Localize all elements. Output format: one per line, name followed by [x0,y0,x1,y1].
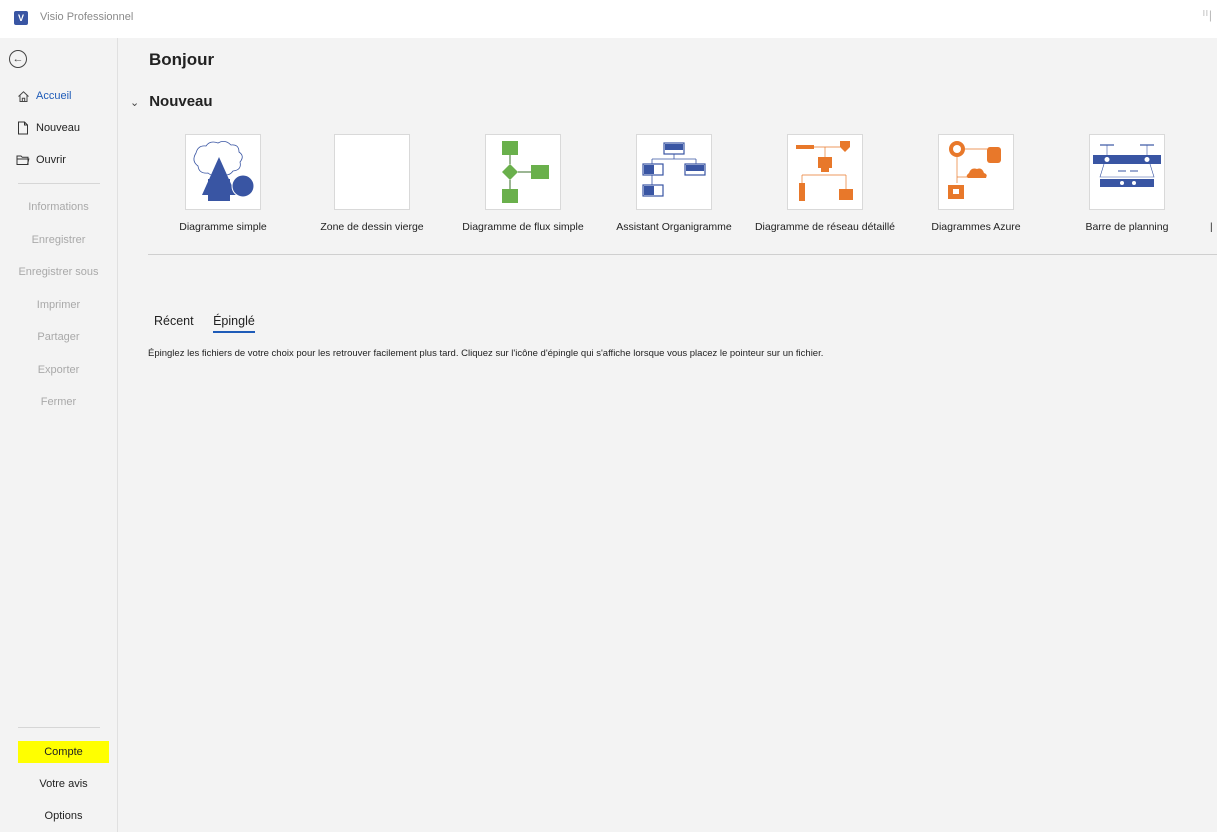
template-label: Diagramme de flux simple [462,221,584,233]
template-zone-de-dessin-vierge[interactable]: Zone de dessin vierge [297,134,447,233]
template-label: Assistant Organigramme [616,221,732,233]
tab-recent[interactable]: Récent [154,314,194,331]
chevron-down-icon: ⌄ [130,97,140,109]
title-bar: V Visio Professionnel ᴵᴵ| [0,0,1217,38]
main-content: Bonjour ⌄ Nouveau Diagramme simple Zone d… [118,38,1217,832]
template-label: Diagrammes Azure [931,221,1021,233]
network-diagram-thumbnail [787,134,863,210]
template-diagramme-simple[interactable]: Diagramme simple [148,134,298,233]
sidebar-item-fermer: Fermer [40,396,77,408]
app-title: Visio Professionnel [40,11,134,23]
timeline-thumbnail [1089,134,1165,210]
template-diagrammes-azure[interactable]: Diagrammes Azure [901,134,1051,233]
template-diagramme-de-reseau-detaille[interactable]: Diagramme de réseau détaillé [750,134,900,233]
new-file-icon [16,121,30,135]
sidebar-item-informations: Informations [28,201,89,213]
basic-diagram-thumbnail [185,134,261,210]
sidebar-divider [18,183,100,184]
template-label: Barre de planning [1085,221,1169,233]
sidebar-item-enregistrer-sous: Enregistrer sous [18,266,99,278]
file-tabs: Récent Épinglé [154,314,271,333]
template-label: Zone de dessin vierge [320,221,424,233]
sidebar-item-partager: Partager [37,331,80,343]
template-barre-de-planning[interactable]: Barre de planning [1052,134,1202,233]
sidebar-item-imprimer: Imprimer [36,299,81,311]
sidebar-item-label: Ouvrir [36,154,66,166]
home-icon [16,89,30,103]
visio-logo-icon: V [14,11,28,25]
sidebar-item-label: Accueil [36,90,72,102]
sidebar-item-compte[interactable]: Compte [18,741,109,763]
section-divider [148,254,1217,255]
template-assistant-organigramme[interactable]: Assistant Organigramme [599,134,749,233]
sidebar-item-enregistrer: Enregistrer [31,234,86,246]
sidebar-item-votre-avis[interactable]: Votre avis [18,773,109,795]
template-diagramme-de-flux-simple[interactable]: Diagramme de flux simple [448,134,598,233]
template-cutoff: | [1210,222,1213,233]
pinned-empty-message: Épinglez les fichiers de votre choix pou… [148,348,824,359]
template-label: Diagramme de réseau détaillé [754,221,896,233]
flowchart-thumbnail [485,134,561,210]
sidebar-item-nouveau[interactable]: Nouveau [0,114,117,142]
azure-diagram-thumbnail [938,134,1014,210]
sidebar-item-accueil[interactable]: Accueil [0,82,117,110]
tab-pinned[interactable]: Épinglé [213,314,255,333]
template-label: Diagramme simple [179,221,267,233]
org-chart-thumbnail [636,134,712,210]
page-title: Bonjour [149,50,215,69]
blank-drawing-thumbnail [334,134,410,210]
window-corner-icon: ᴵᴵ| [1202,8,1213,22]
sidebar-item-exporter: Exporter [37,364,80,376]
folder-icon [16,153,30,167]
sidebar-item-label: Nouveau [36,122,81,134]
section-new-header[interactable]: ⌄ Nouveau [130,93,213,110]
backstage-sidebar: ← Accueil Nouveau Ouvrir Informations En… [0,38,118,832]
sidebar-divider [18,727,100,728]
sidebar-item-options[interactable]: Options [18,805,109,827]
sidebar-item-ouvrir[interactable]: Ouvrir [0,146,117,174]
section-new-label: Nouveau [149,93,213,110]
back-arrow-icon[interactable]: ← [9,50,27,68]
